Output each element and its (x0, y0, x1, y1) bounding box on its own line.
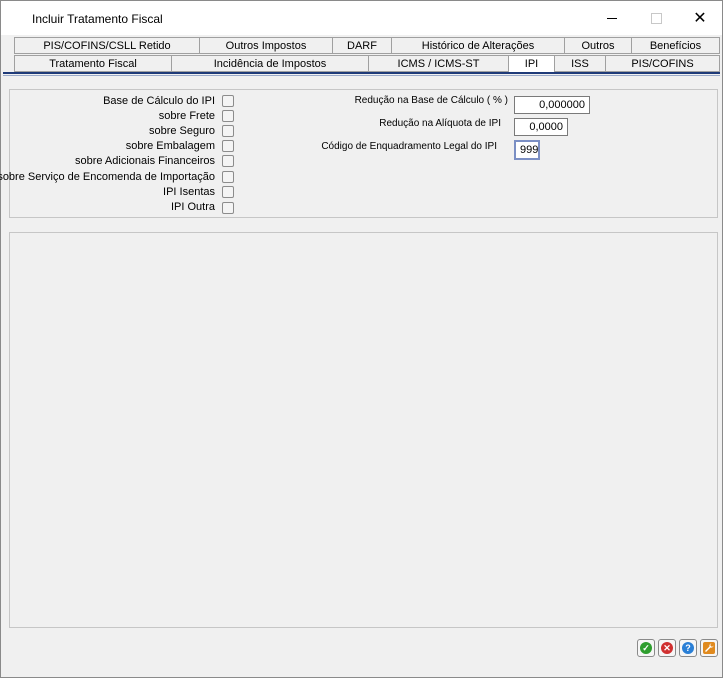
tab-beneficios[interactable]: Benefícios (631, 37, 720, 54)
checkbox-label-embalagem: sobre Embalagem (125, 140, 215, 152)
checkbox-frete[interactable] (222, 110, 234, 122)
x-circle-icon: ✕ (661, 642, 673, 654)
checkbox-label-frete: sobre Frete (158, 110, 215, 122)
checkbox-label-isentas: IPI Isentas (163, 186, 215, 198)
reducao-base-input[interactable]: 0,000000 (514, 96, 590, 114)
reducao-aliquota-input[interactable]: 0,0000 (514, 118, 568, 136)
checkbox-isentas[interactable] (222, 186, 234, 198)
title-bar: Incluir Tratamento Fiscal ✕ (1, 1, 722, 35)
tab-historico-alteracoes[interactable]: Histórico de Alterações (391, 37, 565, 54)
checkbox-base-calculo[interactable] (222, 95, 234, 107)
checkbox-label-encomenda: sobre Serviço de Encomenda de Importação (0, 171, 215, 183)
close-icon: ✕ (693, 10, 707, 27)
window-title: Incluir Tratamento Fiscal (32, 12, 163, 26)
close-button[interactable]: ✕ (685, 7, 715, 29)
ipi-options-panel (9, 89, 718, 218)
wrench-glyph (705, 643, 714, 652)
checkbox-label-base-calculo: Base de Cálculo do IPI (103, 95, 215, 107)
question-icon: ? (682, 642, 694, 654)
checkbox-outra[interactable] (222, 202, 234, 214)
tab-divider (3, 72, 720, 74)
check-icon: ✓ (640, 642, 652, 654)
tab-darf[interactable]: DARF (332, 37, 392, 54)
dialog-window: Incluir Tratamento Fiscal ✕ PIS/COFINS/C… (0, 0, 723, 678)
tab-incidencia-impostos[interactable]: Incidência de Impostos (171, 55, 369, 72)
checkbox-label-outra: IPI Outra (170, 201, 215, 213)
minimize-button[interactable] (597, 7, 627, 29)
codigo-enquadramento-input[interactable]: 999 (514, 140, 540, 160)
content-panel (9, 232, 718, 628)
maximize-icon (650, 12, 662, 24)
checkbox-seguro[interactable] (222, 125, 234, 137)
tab-pis-cofins[interactable]: PIS/COFINS (605, 55, 720, 72)
reducao-base-label: Redução na Base de Cálculo ( % ) (354, 95, 508, 106)
tab-divider-light (3, 75, 720, 76)
tab-outros[interactable]: Outros (564, 37, 632, 54)
tab-outros-impostos[interactable]: Outros Impostos (199, 37, 333, 54)
checkbox-label-adicionais: sobre Adicionais Financeiros (74, 155, 215, 167)
tab-pis-cofins-csll-retido[interactable]: PIS/COFINS/CSLL Retido (14, 37, 200, 54)
cancel-button[interactable]: ✕ (658, 639, 676, 657)
checkbox-encomenda[interactable] (222, 171, 234, 183)
wrench-icon (703, 642, 715, 654)
tab-tratamento-fiscal[interactable]: Tratamento Fiscal (14, 55, 172, 72)
confirm-button[interactable]: ✓ (637, 639, 655, 657)
help-button[interactable]: ? (679, 639, 697, 657)
checkbox-embalagem[interactable] (222, 140, 234, 152)
codigo-enquadramento-label: Código de Enquadramento Legal do IPI (321, 141, 497, 152)
maximize-button[interactable] (641, 7, 671, 29)
tab-icms-st[interactable]: ICMS / ICMS-ST (368, 55, 509, 72)
minimize-icon (607, 17, 617, 19)
checkbox-label-seguro: sobre Seguro (148, 125, 215, 137)
reducao-aliquota-label: Redução na Alíquota de IPI (379, 118, 501, 129)
checkbox-adicionais[interactable] (222, 155, 234, 167)
tab-iss[interactable]: ISS (554, 55, 606, 72)
tools-button[interactable] (700, 639, 718, 657)
